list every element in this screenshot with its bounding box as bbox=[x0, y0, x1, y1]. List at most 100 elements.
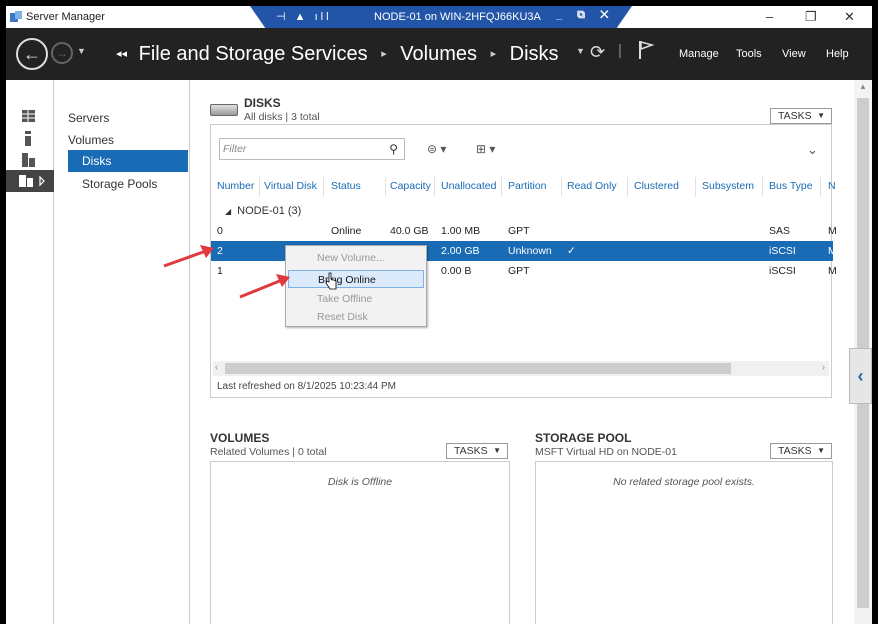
back-arrow-icon[interactable]: ← bbox=[16, 38, 48, 70]
horizontal-scrollbar[interactable]: ‹ › bbox=[213, 361, 829, 376]
table-row[interactable]: 0 Online 40.0 GB 1.00 MB GPT SAS M bbox=[211, 221, 837, 241]
filter-placeholder: Filter bbox=[223, 143, 247, 155]
scroll-left-icon[interactable]: ‹ bbox=[215, 362, 218, 372]
breadcrumb-volumes[interactable]: Volumes bbox=[400, 43, 477, 65]
collapse-panel-chevron-icon[interactable]: ‹ bbox=[849, 348, 872, 404]
storage-pool-tasks-button[interactable]: TASKS ▼ bbox=[770, 443, 832, 459]
remote-connection-bar[interactable]: ⊣ ▲ ıll NODE-01 on WIN-2HFQJ66KU3A _ ⧉ ✕ bbox=[250, 6, 632, 28]
horizontal-scroll-thumb[interactable] bbox=[225, 363, 731, 374]
maximize-button[interactable]: ❐ bbox=[805, 9, 817, 25]
volumes-empty-message: Disk is Offline bbox=[327, 476, 393, 488]
volumes-tasks-button[interactable]: TASKS ▼ bbox=[446, 443, 508, 459]
menu-tools[interactable]: Tools bbox=[736, 48, 762, 60]
cell-unallocated: 0.00 B bbox=[441, 265, 472, 277]
expand-chevron-icon[interactable]: ⌄ bbox=[807, 142, 818, 158]
title-bar: Server Manager ⊣ ▲ ıll NODE-01 on WIN-2H… bbox=[6, 6, 872, 28]
breadcrumb-dropdown-icon[interactable]: ▼ bbox=[576, 46, 585, 56]
cell-bus-type: iSCSI bbox=[769, 265, 796, 277]
cell-status: Online bbox=[331, 225, 362, 237]
column-divider bbox=[501, 177, 502, 197]
scroll-up-icon[interactable]: ▲ bbox=[859, 82, 867, 91]
main-content: DISKS All disks | 3 total TASKS ▼ Filter … bbox=[191, 80, 854, 624]
separator-icon: | bbox=[618, 42, 622, 59]
breadcrumb-separator-icon: ▸ bbox=[381, 48, 387, 60]
storage-pool-empty-message: No related storage pool exists. bbox=[613, 476, 755, 488]
sidebar-item-servers[interactable]: Servers bbox=[68, 111, 109, 125]
column-divider bbox=[695, 177, 696, 197]
minimize-button[interactable]: – bbox=[766, 9, 773, 24]
column-header-status[interactable]: Status bbox=[331, 180, 361, 192]
column-header-partition[interactable]: Partition bbox=[508, 180, 547, 192]
navigation-bar: ← → ▼ ◂◂ File and Storage Services ▸ Vol… bbox=[6, 28, 872, 80]
collapse-triangle-icon[interactable]: ◢ bbox=[225, 207, 231, 216]
breadcrumb-separator-icon: ▸ bbox=[490, 48, 497, 60]
notifications-flag-icon[interactable] bbox=[638, 40, 654, 60]
remote-window-controls[interactable]: _ ⧉ ✕ bbox=[556, 9, 614, 22]
group-header-node-01[interactable]: ◢ NODE-01 (3) bbox=[225, 205, 301, 217]
history-dropdown-icon[interactable]: ▼ bbox=[77, 46, 86, 56]
connection-icons[interactable]: ⊣ ▲ ıll bbox=[276, 10, 332, 23]
forward-arrow-icon[interactable]: → bbox=[51, 42, 73, 64]
disks-tasks-button[interactable]: TASKS ▼ bbox=[770, 108, 832, 124]
app-title: Server Manager bbox=[26, 11, 105, 23]
search-icon[interactable]: ⚲ bbox=[389, 142, 398, 156]
breadcrumb-file-storage[interactable]: File and Storage Services bbox=[139, 43, 368, 65]
chevron-down-icon: ▼ bbox=[493, 446, 501, 455]
menu-item-take-offline[interactable]: Take Offline bbox=[288, 290, 424, 308]
all-servers-icon[interactable] bbox=[6, 150, 54, 170]
cell-number: 0 bbox=[217, 225, 223, 237]
server-manager-window: Server Manager ⊣ ▲ ıll NODE-01 on WIN-2H… bbox=[6, 6, 872, 624]
annotation-arrow-icon bbox=[239, 274, 290, 299]
menu-view[interactable]: View bbox=[782, 48, 806, 60]
cell-partition: GPT bbox=[508, 225, 530, 237]
breadcrumb-overflow-icon[interactable]: ◂◂ bbox=[116, 48, 127, 60]
column-header-bus-type[interactable]: Bus Type bbox=[769, 180, 813, 192]
column-header-clustered[interactable]: Clustered bbox=[634, 180, 679, 192]
tasks-label: TASKS bbox=[778, 445, 812, 457]
storage-pool-title: STORAGE POOL bbox=[535, 431, 632, 445]
breadcrumb-disks[interactable]: Disks bbox=[510, 43, 559, 65]
disk-drive-icon bbox=[210, 104, 238, 116]
menu-help[interactable]: Help bbox=[826, 48, 849, 60]
filter-input[interactable]: Filter ⚲ bbox=[219, 138, 405, 160]
column-divider bbox=[434, 177, 435, 197]
sidebar-item-volumes[interactable]: Volumes bbox=[68, 133, 114, 147]
menu-item-reset-disk[interactable]: Reset Disk bbox=[288, 308, 424, 326]
column-header-capacity[interactable]: Capacity bbox=[390, 180, 431, 192]
local-server-icon[interactable] bbox=[6, 128, 54, 148]
column-divider bbox=[385, 177, 386, 197]
cell-n: M bbox=[828, 245, 837, 257]
column-header-n[interactable]: N bbox=[828, 180, 836, 192]
column-divider bbox=[561, 177, 562, 197]
column-header-subsystem[interactable]: Subsystem bbox=[702, 180, 754, 192]
menu-item-new-volume[interactable]: New Volume... bbox=[288, 249, 424, 267]
column-header-read-only[interactable]: Read Only bbox=[567, 180, 617, 192]
column-header-unallocated[interactable]: Unallocated bbox=[441, 180, 496, 192]
scroll-right-icon[interactable]: › bbox=[822, 362, 825, 372]
close-button[interactable]: ✕ bbox=[844, 9, 855, 25]
sidebar-item-label: Disks bbox=[82, 154, 112, 168]
cell-partition: Unknown bbox=[508, 245, 552, 257]
save-query-icon[interactable]: ⊞ ▾ bbox=[476, 142, 495, 156]
cell-unallocated: 1.00 MB bbox=[441, 225, 481, 237]
dashboard-icon[interactable] bbox=[6, 106, 54, 126]
menu-manage[interactable]: Manage bbox=[679, 48, 719, 60]
column-divider bbox=[820, 177, 821, 197]
refresh-icon[interactable]: ⟳ bbox=[590, 42, 605, 63]
disks-subtitle: All disks | 3 total bbox=[244, 111, 320, 123]
list-view-icon[interactable]: ⊜ ▾ bbox=[427, 142, 446, 156]
navigation-panel: Servers Volumes Disks Storage Pools bbox=[54, 80, 190, 624]
cell-bus-type: SAS bbox=[769, 225, 791, 237]
hand-cursor-icon bbox=[325, 272, 337, 290]
sidebar-item-disks[interactable]: Disks bbox=[68, 150, 188, 172]
sidebar-item-storage-pools[interactable]: Storage Pools bbox=[82, 177, 157, 191]
column-header-number[interactable]: Number bbox=[217, 180, 254, 192]
volumes-subtitle: Related Volumes | 0 total bbox=[210, 446, 327, 458]
menu-item-bring-online[interactable]: Bring Online bbox=[288, 270, 424, 288]
tasks-label: TASKS bbox=[454, 445, 488, 457]
file-storage-services-icon[interactable] bbox=[6, 170, 54, 192]
last-refreshed-text: Last refreshed on 8/1/2025 10:23:44 PM bbox=[217, 381, 397, 392]
column-header-virtual-disk[interactable]: Virtual Disk bbox=[264, 180, 317, 192]
disks-title: DISKS bbox=[244, 96, 281, 110]
annotation-arrow-icon bbox=[163, 245, 214, 268]
